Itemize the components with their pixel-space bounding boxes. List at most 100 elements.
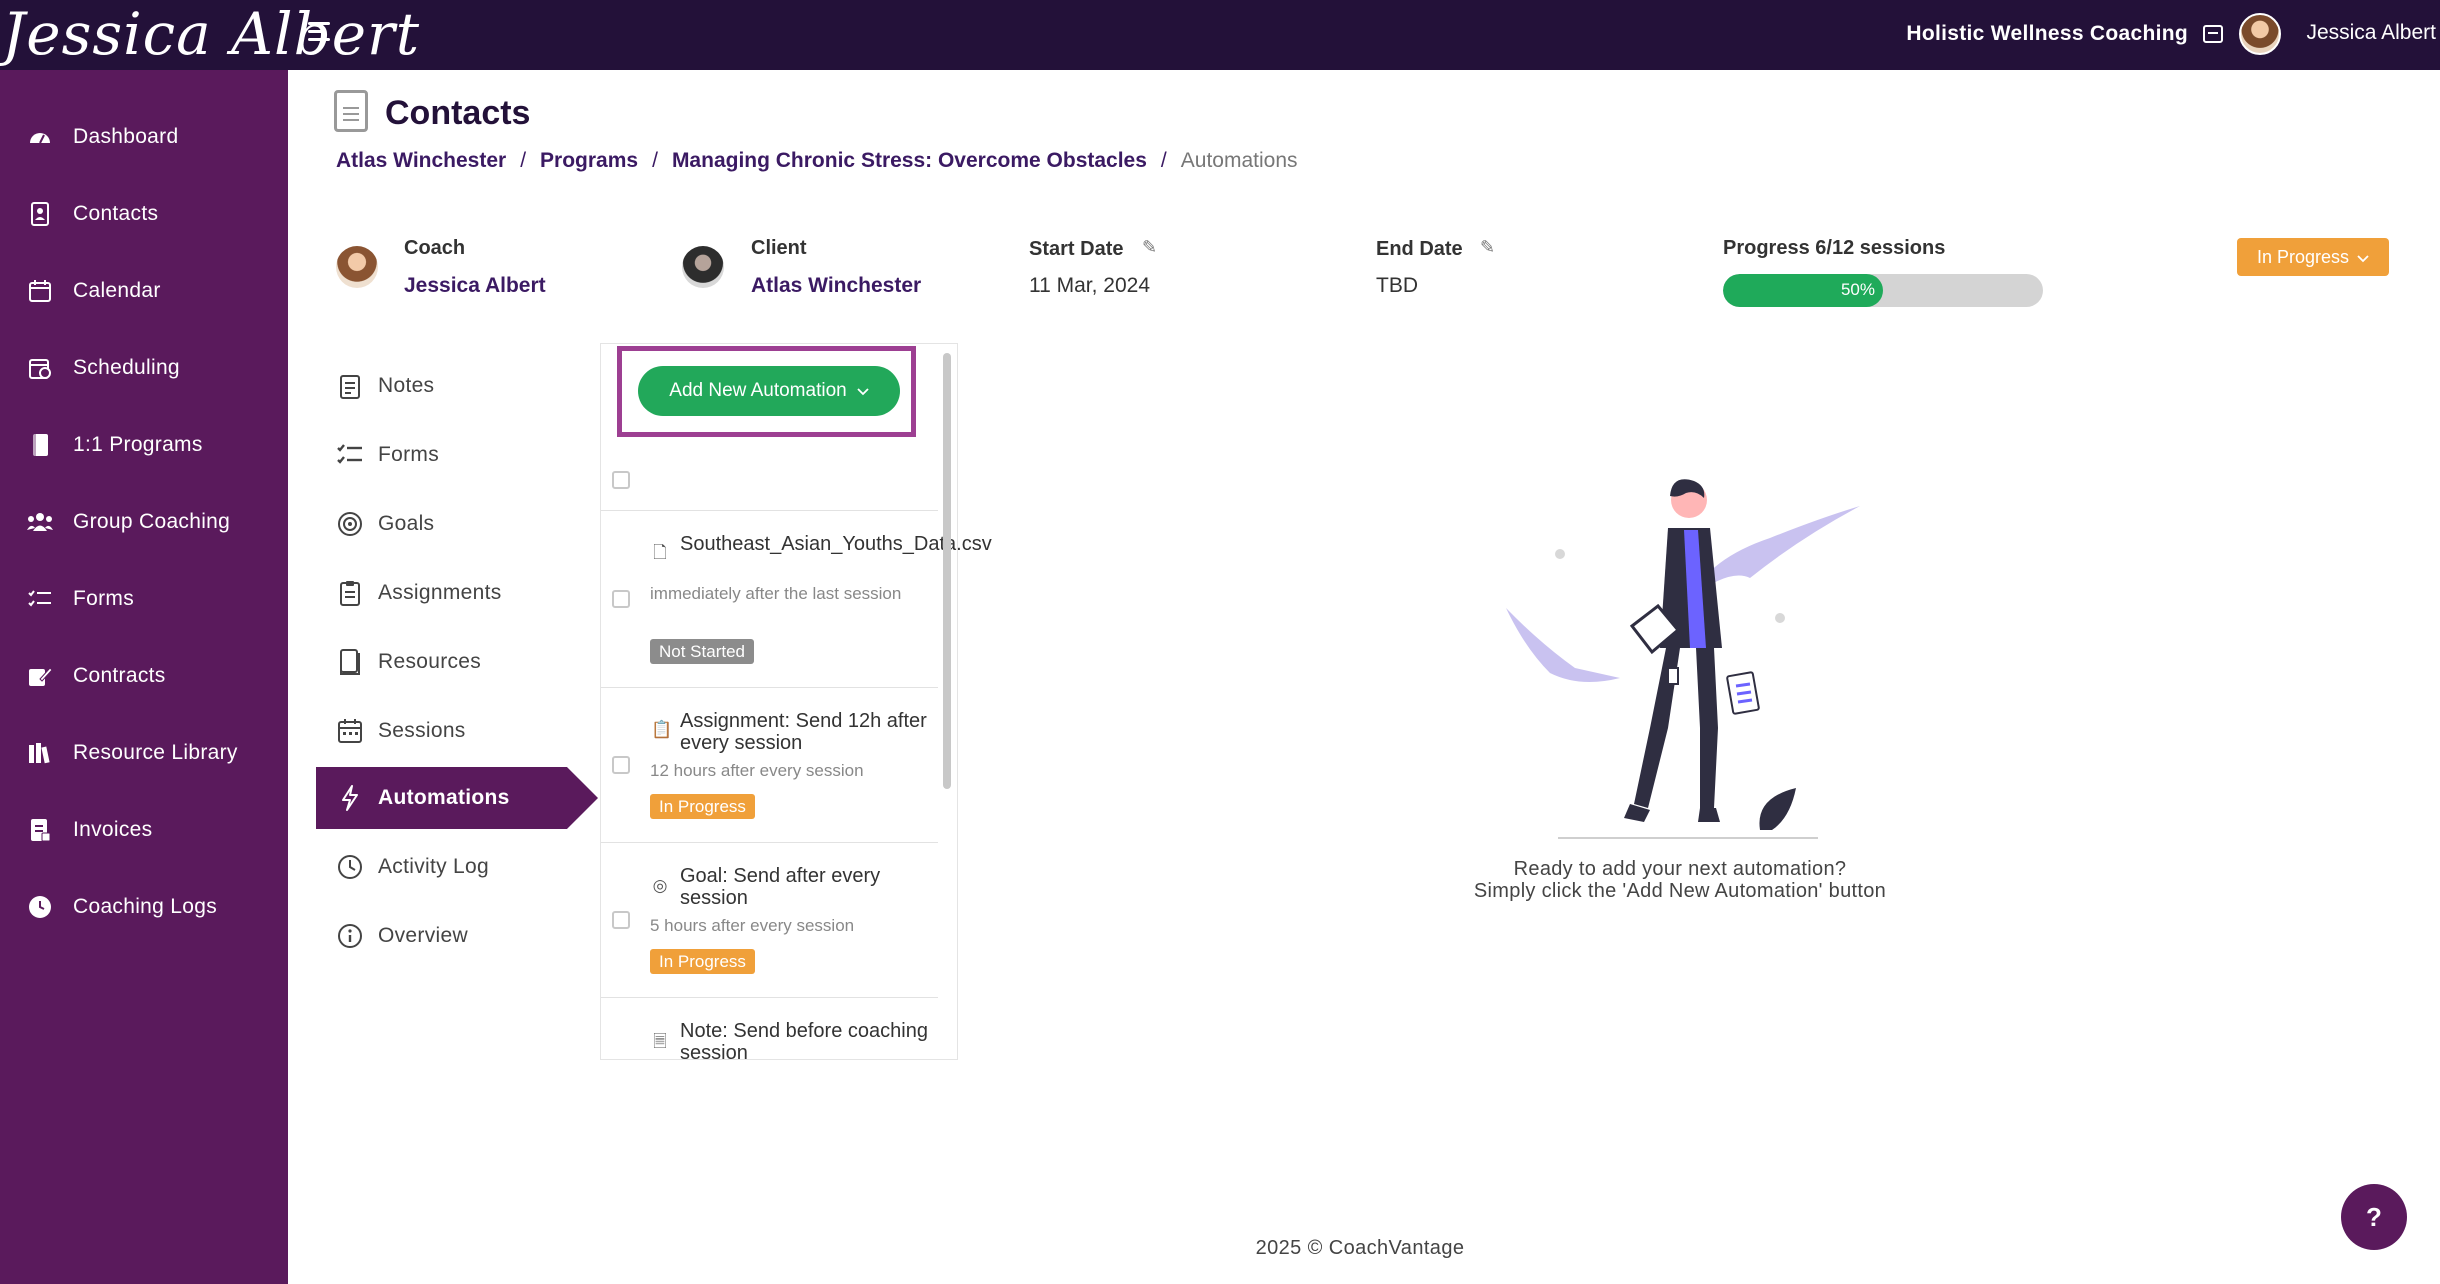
select-all-checkbox[interactable] [612,471,630,489]
lightning-bolt-icon [336,784,364,812]
resources-book-icon [336,648,364,676]
subnav-item-goals[interactable]: Goals [316,493,596,555]
subnav-label: Overview [378,924,468,947]
top-bar: Jessica Albert Holistic Wellness Coachin… [0,0,2440,70]
list-divider [601,687,938,688]
sidebar-label: Forms [73,587,134,610]
sidebar-item-forms[interactable]: Forms [0,571,288,627]
automation-illustration [1506,479,1860,839]
sidebar-item-contracts[interactable]: Contracts [0,648,288,704]
subnav-item-notes[interactable]: Notes [316,355,596,417]
automation-item-checkbox[interactable] [612,756,630,774]
contacts-book-icon [27,201,53,227]
empty-state-message: Ready to add your next automation? Simpl… [1360,858,2000,902]
start-date-value: 11 Mar, 2024 [1029,274,1151,297]
sidebar-item-programs[interactable]: 1:1 Programs [0,417,288,473]
sidebar: Dashboard Contacts Calendar Scheduling 1… [0,70,288,1284]
subnav-label: Activity Log [378,855,489,878]
library-icon [27,740,53,766]
sidebar-label: Resource Library [73,741,238,764]
automation-item-title[interactable]: Southeast_Asian_Youths_Data.csv [680,533,992,555]
page-title: Contacts [385,94,531,132]
automation-item-title[interactable]: Assignment: Send 12h after every session [680,710,932,754]
subnav-item-resources[interactable]: Resources [316,631,596,693]
sidebar-label: Dashboard [73,125,179,148]
sidebar-item-scheduling[interactable]: Scheduling [0,340,288,396]
end-date-label: End Date [1376,238,1463,260]
status-badge: In Progress [650,949,755,974]
briefcase-icon[interactable] [2203,25,2223,43]
help-button[interactable]: ? [2341,1184,2407,1250]
add-new-automation-button[interactable]: Add New Automation [638,366,900,416]
empty-state-line-1: Ready to add your next automation? [1513,858,1847,880]
coach-name-link[interactable]: Jessica Albert [404,274,546,298]
edit-pencil-icon[interactable]: ✎ [1480,238,1498,256]
empty-state-line-2: Simply click the 'Add New Automation' bu… [1473,880,1887,902]
list-scrollbar[interactable] [943,353,951,789]
subnav-item-overview[interactable]: Overview [316,905,596,967]
sidebar-label: Contacts [73,202,159,225]
subnav-label: Sessions [378,719,466,742]
status-badge: Not Started [650,639,754,664]
automation-item-title[interactable]: Goal: Send after every session [680,865,932,909]
edit-pencil-icon[interactable]: ✎ [1142,238,1160,256]
coach-avatar [336,246,378,288]
sidebar-item-calendar[interactable]: Calendar [0,263,288,319]
status-badge: In Progress [650,794,755,819]
notes-icon: 🗏 [653,1032,667,1051]
subnav-item-activity-log[interactable]: Activity Log [316,836,596,898]
info-circle-icon [336,922,364,950]
subnav-label: Automations [378,786,510,809]
breadcrumb-program[interactable]: Managing Chronic Stress: Overcome Obstac… [672,149,1147,173]
progress-bar: 50% [1723,274,2043,307]
breadcrumb-separator: / [520,149,527,172]
clipboard-icon: 📋 [651,720,673,739]
clipboard-icon [336,579,364,607]
dashboard-gauge-icon [27,124,53,150]
calendar-icon [336,717,364,745]
sidebar-label: Invoices [73,818,153,841]
automation-item-title[interactable]: Note: Send before coaching session [680,1020,932,1059]
organization-name[interactable]: Holistic Wellness Coaching [1906,22,2188,46]
automation-item-checkbox[interactable] [612,590,630,608]
breadcrumb-current: Automations [1180,149,1298,172]
subnav-label: Resources [378,650,482,673]
automation-item-schedule: 12 hours after every session [650,761,864,780]
sidebar-label: Group Coaching [73,510,231,533]
breadcrumb-contact[interactable]: Atlas Winchester [336,149,506,173]
group-users-icon [27,509,53,535]
sidebar-item-invoices[interactable]: Invoices [0,802,288,858]
start-date-label: Start Date [1029,238,1124,260]
subnav-item-automations[interactable]: Automations [316,767,598,829]
client-avatar [682,246,724,288]
client-name-link[interactable]: Atlas Winchester [751,274,921,298]
progress-percent: 50% [1840,280,1875,299]
menu-toggle-icon[interactable] [308,22,338,48]
sidebar-label: Scheduling [73,356,180,379]
status-dropdown[interactable]: In Progress [2237,238,2389,276]
breadcrumb-programs[interactable]: Programs [540,149,638,173]
automation-item-checkbox[interactable] [612,911,630,929]
brand-logo[interactable]: Jessica Albert [2,2,419,68]
breadcrumb-separator: / [1160,149,1167,172]
user-avatar[interactable] [2239,13,2281,55]
sidebar-item-resource-library[interactable]: Resource Library [0,725,288,781]
subnav-item-sessions[interactable]: Sessions [316,700,596,762]
history-clock-icon [336,853,364,881]
file-icon: 🗋 [653,543,667,562]
clock-icon [27,894,53,920]
subnav-item-assignments[interactable]: Assignments [316,562,596,624]
subnav-item-forms[interactable]: Forms [316,424,596,486]
sidebar-label: Calendar [73,279,161,302]
sidebar-label: Coaching Logs [73,895,217,918]
user-name[interactable]: Jessica Albert [2306,21,2436,45]
footer-copyright: 2025 © CoachVantage [1255,1237,1465,1259]
checklist-icon [336,441,364,469]
subnav-label: Goals [378,512,435,535]
sidebar-item-contacts[interactable]: Contacts [0,186,288,242]
sidebar-item-group-coaching[interactable]: Group Coaching [0,494,288,550]
sidebar-item-dashboard[interactable]: Dashboard [0,109,288,165]
progress-bar-fill: 50% [1723,274,1883,307]
sidebar-item-coaching-logs[interactable]: Coaching Logs [0,879,288,935]
subnav-label: Forms [378,443,439,466]
